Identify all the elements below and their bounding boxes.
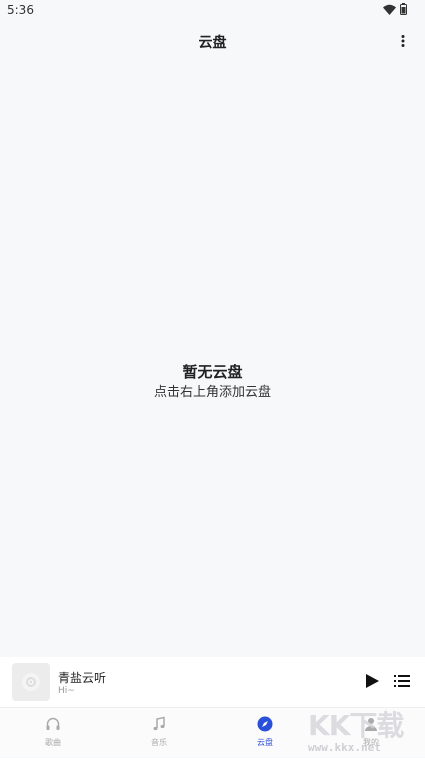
status-time: 5:36: [7, 3, 34, 17]
tab-label: 云盘: [257, 738, 273, 747]
tab-mine[interactable]: 我的: [318, 708, 424, 758]
album-cover[interactable]: [12, 663, 50, 701]
compass-icon: [257, 716, 273, 732]
page-title: 云盘: [198, 35, 227, 51]
empty-state-title: 暂无云盘: [182, 363, 243, 381]
playlist-icon: [394, 675, 410, 687]
play-button[interactable]: [363, 672, 381, 690]
headphones-icon: [46, 717, 60, 730]
tab-songs[interactable]: 歌曲: [0, 708, 106, 758]
disc-icon: [22, 673, 40, 691]
title-bar: 云盘: [0, 26, 425, 56]
tab-cloud[interactable]: 云盘: [212, 708, 318, 758]
mini-player[interactable]: 青盐云听 Hi~: [0, 657, 425, 707]
empty-state: 暂无云盘 点击右上角添加云盘: [0, 362, 425, 402]
battery-icon: [400, 3, 407, 15]
wifi-icon: [383, 4, 396, 15]
status-icons: [383, 3, 407, 15]
tab-label: 歌曲: [45, 738, 61, 747]
music-note-icon: [153, 716, 165, 731]
tab-label: 音乐: [151, 738, 167, 747]
more-options-button[interactable]: [395, 32, 411, 50]
playlist-button[interactable]: [393, 672, 411, 690]
person-icon: [365, 718, 377, 731]
bottom-tab-bar: 歌曲 音乐 云盘 我的: [0, 707, 425, 757]
status-bar: 5:36: [0, 0, 425, 22]
song-subtitle: Hi~: [58, 686, 75, 696]
empty-state-subtitle: 点击右上角添加云盘: [153, 385, 271, 400]
song-title: 青盐云听: [58, 671, 107, 685]
tab-label: 我的: [363, 738, 379, 747]
more-vertical-icon: [401, 35, 405, 47]
play-icon: [366, 674, 379, 688]
tab-music[interactable]: 音乐: [106, 708, 212, 758]
